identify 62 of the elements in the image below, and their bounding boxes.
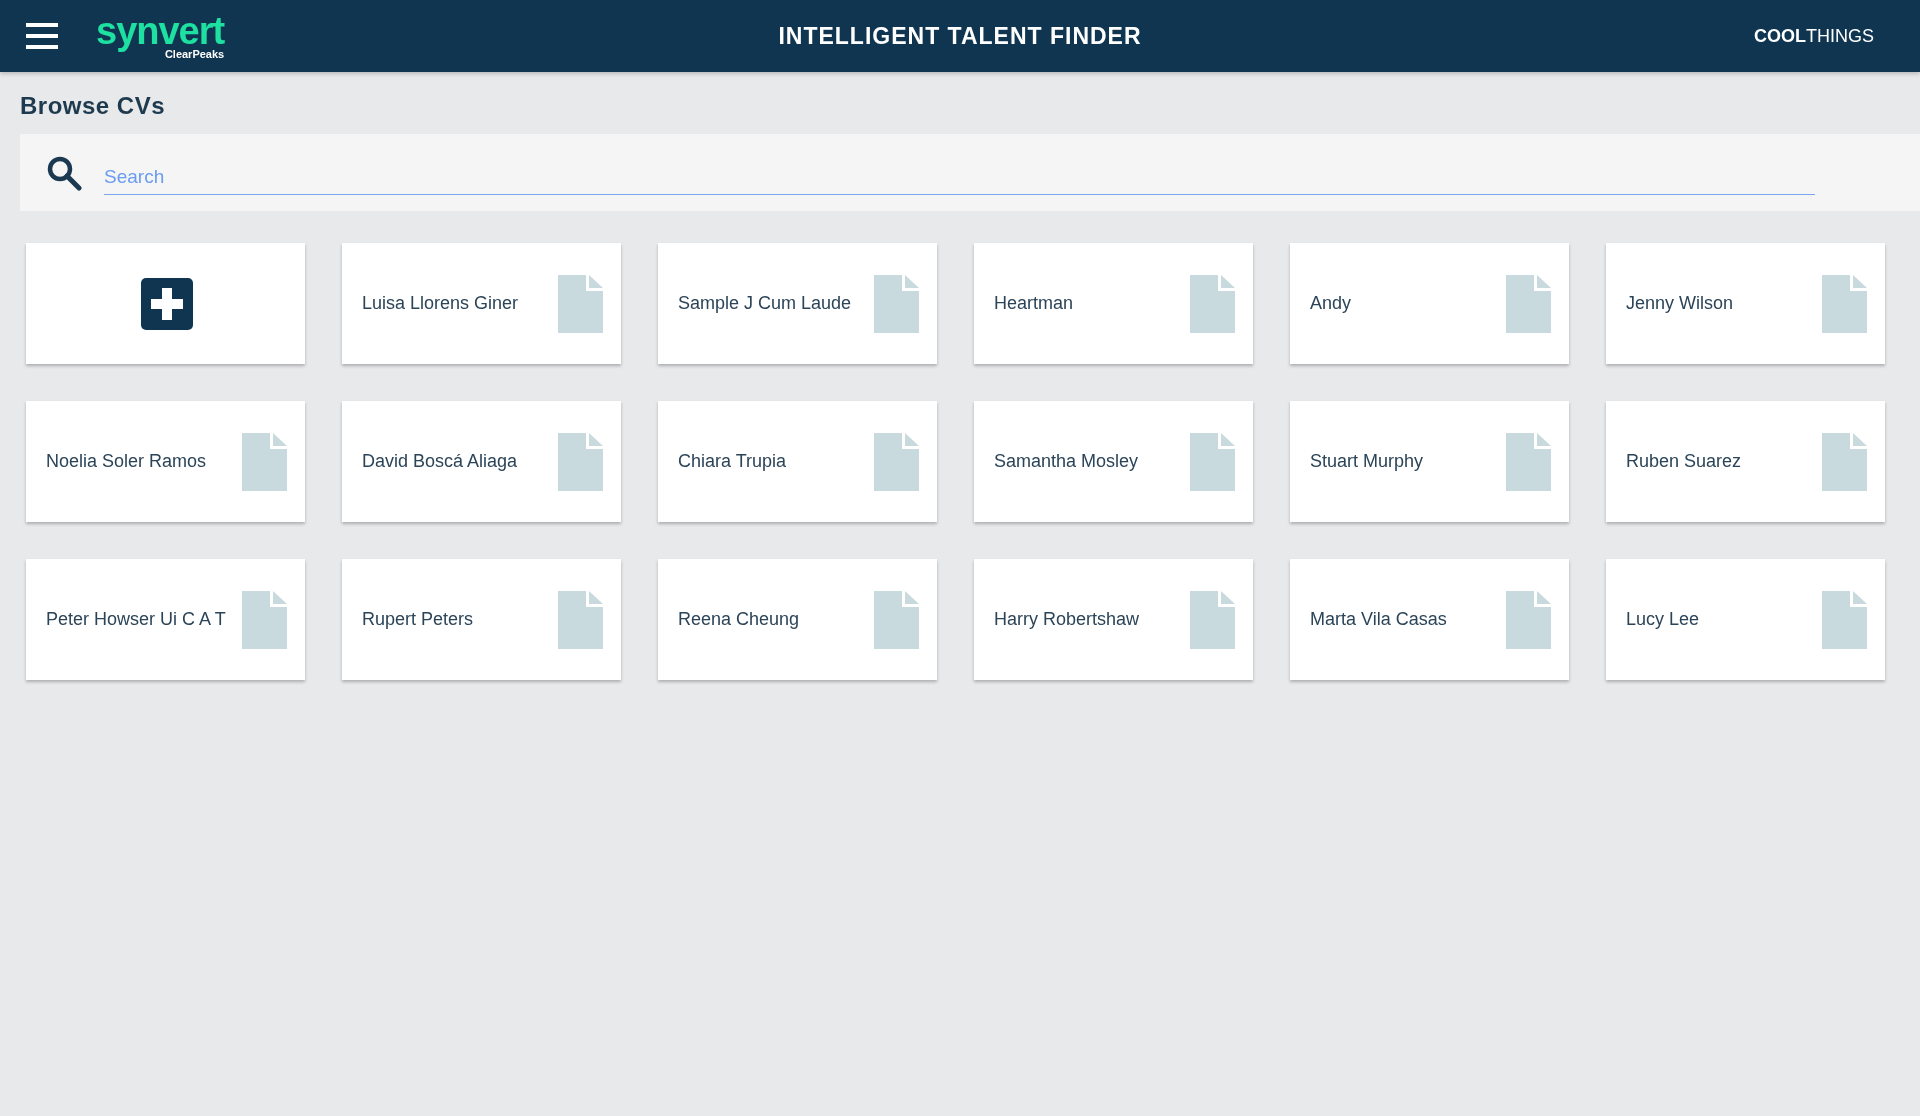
cv-name: Rupert Peters	[362, 609, 475, 630]
document-icon	[1822, 432, 1867, 491]
document-icon	[874, 274, 919, 333]
document-icon	[1822, 274, 1867, 333]
search-bar[interactable]: Search	[20, 134, 1920, 211]
document-icon	[874, 432, 919, 491]
cv-card[interactable]: Peter Howser Ui C A T	[26, 559, 305, 680]
document-icon	[874, 590, 919, 649]
cv-name: Andy	[1310, 293, 1353, 314]
document-icon	[1190, 432, 1235, 491]
cv-name: Heartman	[994, 293, 1075, 314]
cv-name: Reena Cheung	[678, 609, 801, 630]
document-icon	[1190, 590, 1235, 649]
plus-icon	[140, 277, 193, 330]
cv-name: David Boscá Aliaga	[362, 451, 519, 472]
search-field[interactable]: Search	[104, 160, 1815, 195]
cv-card[interactable]: Rupert Peters	[342, 559, 621, 680]
document-icon	[558, 590, 603, 649]
app-title: INTELLIGENT TALENT FINDER	[778, 22, 1142, 50]
cv-name: Samantha Mosley	[994, 451, 1140, 472]
cv-card[interactable]: Heartman	[974, 243, 1253, 364]
cv-card[interactable]: Reena Cheung	[658, 559, 937, 680]
cv-card[interactable]: Luisa Llorens Giner	[342, 243, 621, 364]
document-icon	[558, 274, 603, 333]
cv-name: Luisa Llorens Giner	[362, 293, 520, 314]
cv-name: Marta Vila Casas	[1310, 609, 1448, 630]
cv-card[interactable]: Stuart Murphy	[1290, 401, 1569, 522]
cv-card[interactable]: David Boscá Aliaga	[342, 401, 621, 522]
cv-card[interactable]: Chiara Trupia	[658, 401, 937, 522]
document-icon	[1506, 432, 1551, 491]
document-icon	[1822, 590, 1867, 649]
cv-card[interactable]: Andy	[1290, 243, 1569, 364]
search-icon	[46, 154, 82, 191]
document-icon	[242, 590, 287, 649]
add-cv-card[interactable]	[26, 243, 305, 364]
cv-card[interactable]: Harry Robertshaw	[974, 559, 1253, 680]
page-title: Browse CVs	[20, 92, 167, 120]
cv-name: Sample J Cum Laude	[678, 293, 853, 314]
brand-logo: COOLTHINGS	[1754, 25, 1874, 47]
cv-card[interactable]: Sample J Cum Laude	[658, 243, 937, 364]
document-icon	[1506, 274, 1551, 333]
cv-card[interactable]: Jenny Wilson	[1606, 243, 1885, 364]
cv-name: Noelia Soler Ramos	[46, 451, 208, 472]
cv-name: Ruben Suarez	[1626, 451, 1743, 472]
document-icon	[1190, 274, 1235, 333]
document-icon	[242, 432, 287, 491]
menu-icon	[26, 23, 58, 49]
logo-tagline: ClearPeaks	[164, 48, 225, 60]
cv-name: Chiara Trupia	[678, 451, 788, 472]
cv-card[interactable]: Lucy Lee	[1606, 559, 1885, 680]
document-icon	[1506, 590, 1551, 649]
cv-name: Peter Howser Ui C A T	[46, 609, 227, 630]
cv-card[interactable]: Samantha Mosley	[974, 401, 1253, 522]
cv-name: Stuart Murphy	[1310, 451, 1425, 472]
cv-card[interactable]: Marta Vila Casas	[1290, 559, 1569, 680]
cv-name: Jenny Wilson	[1626, 293, 1735, 314]
logo-name: synvert	[96, 12, 225, 50]
cv-name: Lucy Lee	[1626, 609, 1701, 630]
cv-card[interactable]: Noelia Soler Ramos	[26, 401, 305, 522]
cv-card[interactable]: Ruben Suarez	[1606, 401, 1885, 522]
cv-name: Harry Robertshaw	[994, 609, 1141, 630]
document-icon	[558, 432, 603, 491]
